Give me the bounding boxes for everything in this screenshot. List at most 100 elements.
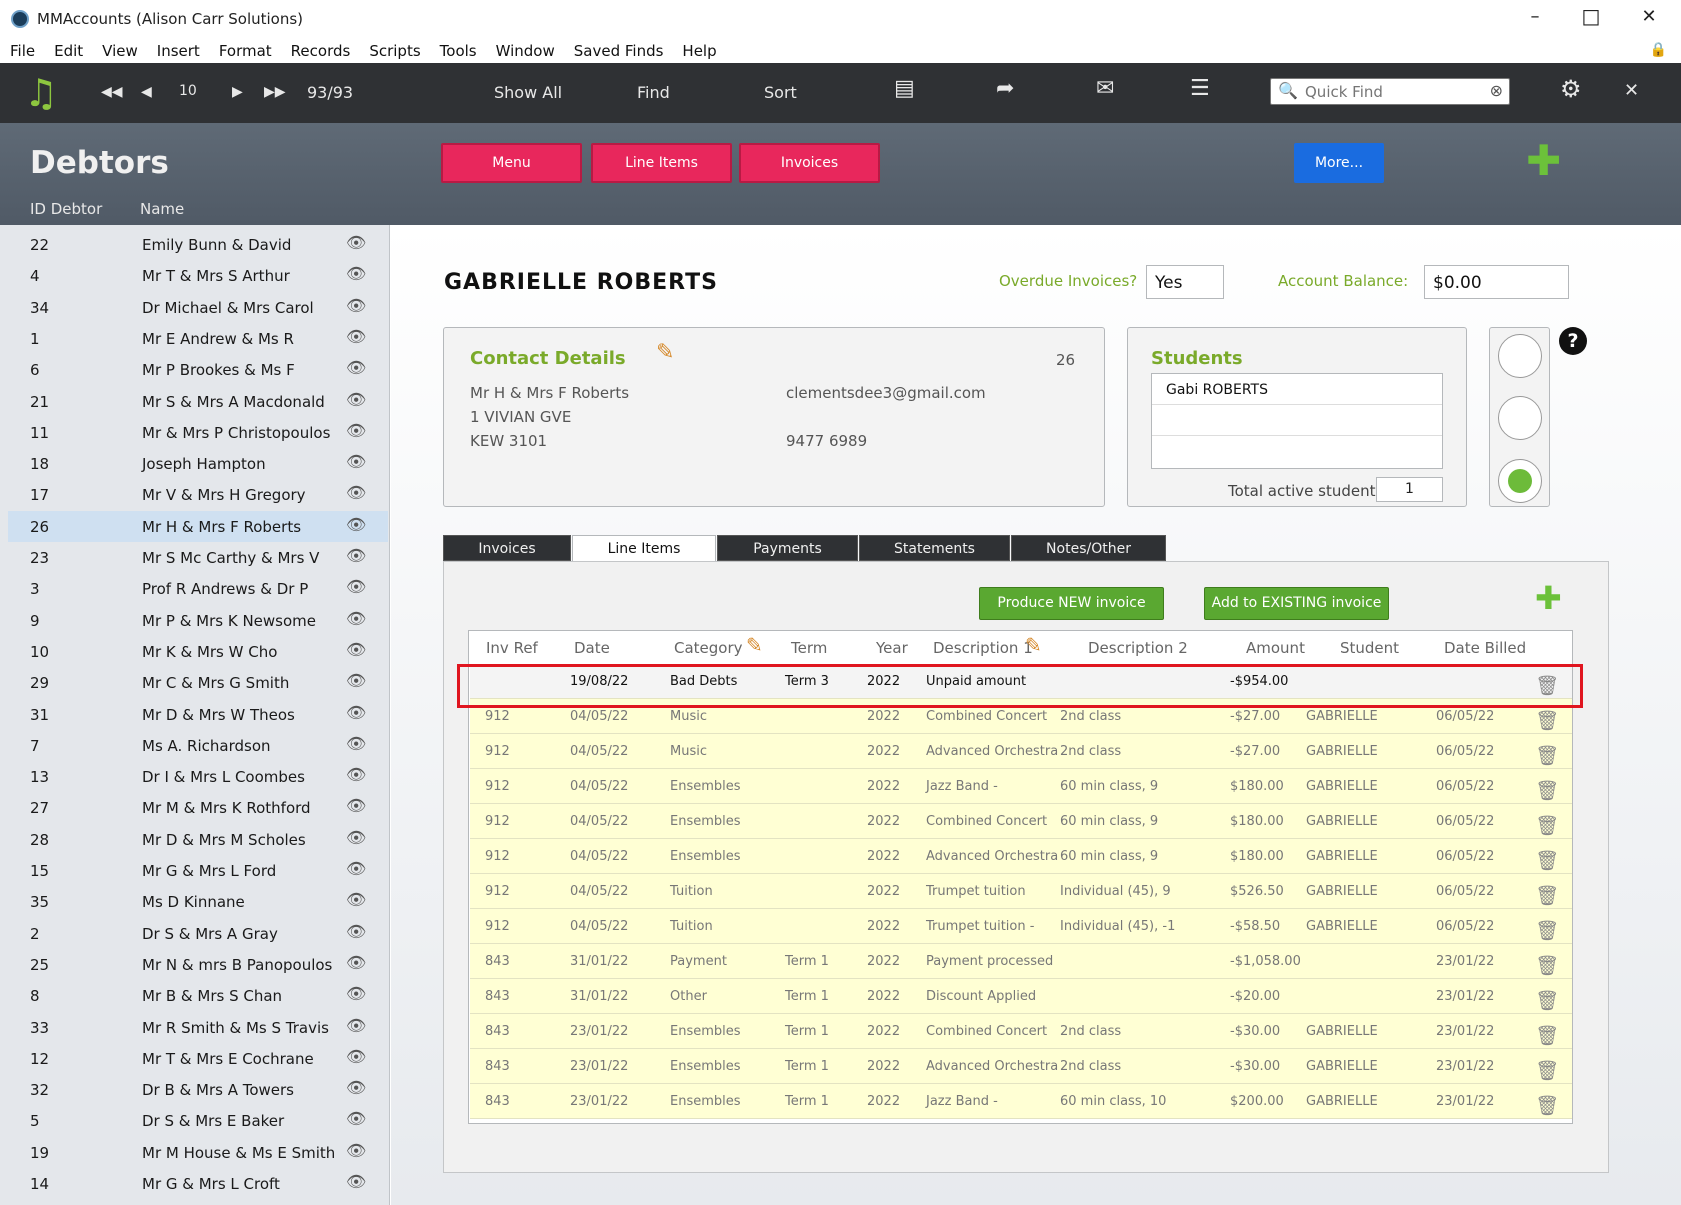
students-list[interactable]: Gabi ROBERTS — [1151, 373, 1443, 469]
table-cell[interactable]: -$30.00 — [1230, 1024, 1280, 1039]
table-cell[interactable]: Term 1 — [785, 954, 829, 969]
previous-record-icon[interactable]: ◀ — [141, 84, 152, 100]
table-cell[interactable]: 04/05/22 — [570, 814, 628, 829]
table-cell[interactable]: 06/05/22 — [1436, 744, 1494, 759]
hide-eye-icon[interactable]: 👁 — [346, 828, 366, 847]
hide-eye-icon[interactable]: 👁 — [346, 859, 366, 878]
line-items-button[interactable]: Line Items — [591, 143, 732, 183]
table-cell[interactable]: GABRIELLE — [1306, 919, 1378, 934]
table-cell[interactable]: Advanced Orchestra — [926, 849, 1058, 864]
debtor-row[interactable]: 15 Mr G & Mrs L Ford 👁 — [8, 855, 388, 886]
hide-eye-icon[interactable]: 👁 — [346, 577, 366, 596]
table-cell[interactable]: Advanced Orchestra — [926, 1059, 1058, 1074]
table-cell[interactable]: -$27.00 — [1230, 744, 1280, 759]
table-cell[interactable]: Term 1 — [785, 1024, 829, 1039]
debtor-row[interactable]: 4 Mr T & Mrs S Arthur 👁 — [8, 260, 388, 291]
debtor-row[interactable]: 27 Mr M & Mrs K Rothford 👁 — [8, 792, 388, 823]
hide-eye-icon[interactable]: 👁 — [346, 984, 366, 1003]
table-cell[interactable]: 2022 — [867, 1024, 900, 1039]
menu-format[interactable]: Format — [219, 42, 272, 60]
table-cell[interactable]: 912 — [485, 884, 510, 899]
table-cell[interactable]: 04/05/22 — [570, 919, 628, 934]
list-icon[interactable]: ☰ — [1190, 76, 1210, 101]
pencil-icon[interactable]: ✎ — [746, 633, 763, 657]
sort-button[interactable]: Sort — [764, 83, 797, 102]
table-cell[interactable]: 2022 — [867, 779, 900, 794]
table-cell[interactable]: Payment — [670, 954, 727, 969]
debtor-row[interactable]: 8 Mr B & Mrs S Chan 👁 — [8, 980, 388, 1011]
hide-eye-icon[interactable]: 👁 — [346, 609, 366, 628]
table-cell[interactable]: 843 — [485, 1059, 510, 1074]
table-cell[interactable]: 23/01/22 — [1436, 1024, 1494, 1039]
debtor-row[interactable]: 31 Mr D & Mrs W Theos 👁 — [8, 699, 388, 730]
tab-line-items[interactable]: Line Items — [572, 535, 716, 562]
maximize-icon[interactable]: □ — [1576, 4, 1606, 28]
find-button[interactable]: Find — [637, 83, 670, 102]
hide-eye-icon[interactable]: 👁 — [346, 796, 366, 815]
hide-eye-icon[interactable]: 👁 — [346, 296, 366, 315]
trash-icon[interactable]: 🗑 — [1535, 1024, 1559, 1047]
trash-icon[interactable]: 🗑 — [1535, 954, 1559, 977]
debtor-row[interactable]: 28 Mr D & Mrs M Scholes 👁 — [8, 824, 388, 855]
table-cell[interactable]: Ensembles — [670, 1059, 741, 1074]
table-cell[interactable]: 912 — [485, 779, 510, 794]
table-cell[interactable]: Payment processed — [926, 954, 1053, 969]
table-cell[interactable]: Advanced Orchestra — [926, 744, 1058, 759]
table-cell[interactable]: 2nd class — [1060, 744, 1121, 759]
pencil-icon[interactable]: ✎ — [656, 340, 674, 365]
table-cell[interactable]: -$20.00 — [1230, 989, 1280, 1004]
table-cell[interactable]: 843 — [485, 954, 510, 969]
table-cell[interactable]: 04/05/22 — [570, 884, 628, 899]
debtor-row[interactable]: 21 Mr S & Mrs A Macdonald 👁 — [8, 386, 388, 417]
student-row[interactable]: Gabi ROBERTS — [1152, 374, 1442, 405]
debtor-row[interactable]: 2 Dr S & Mrs A Gray 👁 — [8, 918, 388, 949]
table-cell[interactable]: 06/05/22 — [1436, 709, 1494, 724]
debtor-row[interactable]: 33 Mr R Smith & Ms S Travis 👁 — [8, 1012, 388, 1043]
table-cell[interactable]: Combined Concert — [926, 709, 1047, 724]
table-cell[interactable]: 60 min class, 10 — [1060, 1094, 1166, 1109]
table-cell[interactable]: 2022 — [867, 744, 900, 759]
menu-file[interactable]: File — [10, 42, 35, 60]
help-icon[interactable]: ? — [1559, 327, 1587, 355]
contact-name[interactable]: Mr H & Mrs F Roberts — [470, 384, 629, 402]
debtor-row[interactable]: 7 Ms A. Richardson 👁 — [8, 730, 388, 761]
menu-insert[interactable]: Insert — [157, 42, 200, 60]
quick-find[interactable]: 🔍 ⊗ — [1270, 78, 1510, 105]
table-cell[interactable]: GABRIELLE — [1306, 1024, 1378, 1039]
table-cell[interactable]: $180.00 — [1230, 814, 1284, 829]
table-cell[interactable]: 60 min class, 9 — [1060, 779, 1158, 794]
minimize-icon[interactable]: – — [1520, 6, 1550, 27]
table-cell[interactable]: Combined Concert — [926, 1024, 1047, 1039]
menu-records[interactable]: Records — [291, 42, 351, 60]
trash-icon[interactable]: 🗑 — [1535, 849, 1559, 872]
table-cell[interactable]: 2022 — [867, 919, 900, 934]
menu-tools[interactable]: Tools — [440, 42, 477, 60]
table-cell[interactable]: 23/01/22 — [1436, 1059, 1494, 1074]
student-row[interactable] — [1152, 405, 1442, 436]
hide-eye-icon[interactable]: 👁 — [346, 358, 366, 377]
debtor-row[interactable]: 34 Dr Michael & Mrs Carol 👁 — [8, 292, 388, 323]
table-cell[interactable]: GABRIELLE — [1306, 849, 1378, 864]
hide-eye-icon[interactable]: 👁 — [346, 327, 366, 346]
table-cell[interactable]: GABRIELLE — [1306, 814, 1378, 829]
debtor-row[interactable]: 22 Emily Bunn & David 👁 — [8, 229, 388, 260]
table-cell[interactable]: Term 1 — [785, 1059, 829, 1074]
hide-eye-icon[interactable]: 👁 — [346, 421, 366, 440]
table-cell[interactable]: -$58.50 — [1230, 919, 1280, 934]
address-line-1[interactable]: 1 VIVIAN GVE — [470, 408, 571, 426]
table-cell[interactable]: 2022 — [867, 989, 900, 1004]
debtor-row[interactable]: 3 Prof R Andrews & Dr P 👁 — [8, 573, 388, 604]
table-cell[interactable]: 2022 — [867, 1059, 900, 1074]
table-cell[interactable]: 912 — [485, 744, 510, 759]
email-icon[interactable]: ✉ — [1096, 76, 1114, 101]
menu-scripts[interactable]: Scripts — [369, 42, 420, 60]
share-icon[interactable]: ➦ — [996, 76, 1014, 101]
trash-icon[interactable]: 🗑 — [1535, 779, 1559, 802]
table-cell[interactable]: GABRIELLE — [1306, 1094, 1378, 1109]
table-cell[interactable]: 23/01/22 — [570, 1059, 628, 1074]
record-number[interactable]: 10 — [179, 83, 197, 99]
table-cell[interactable]: 2nd class — [1060, 709, 1121, 724]
debtor-row[interactable]: 5 Dr S & Mrs E Baker 👁 — [8, 1105, 388, 1136]
table-cell[interactable]: 2022 — [867, 954, 900, 969]
table-row[interactable]: 843 31/01/22 Other Term 1 2022 Discount Appli… — [470, 979, 1572, 1014]
